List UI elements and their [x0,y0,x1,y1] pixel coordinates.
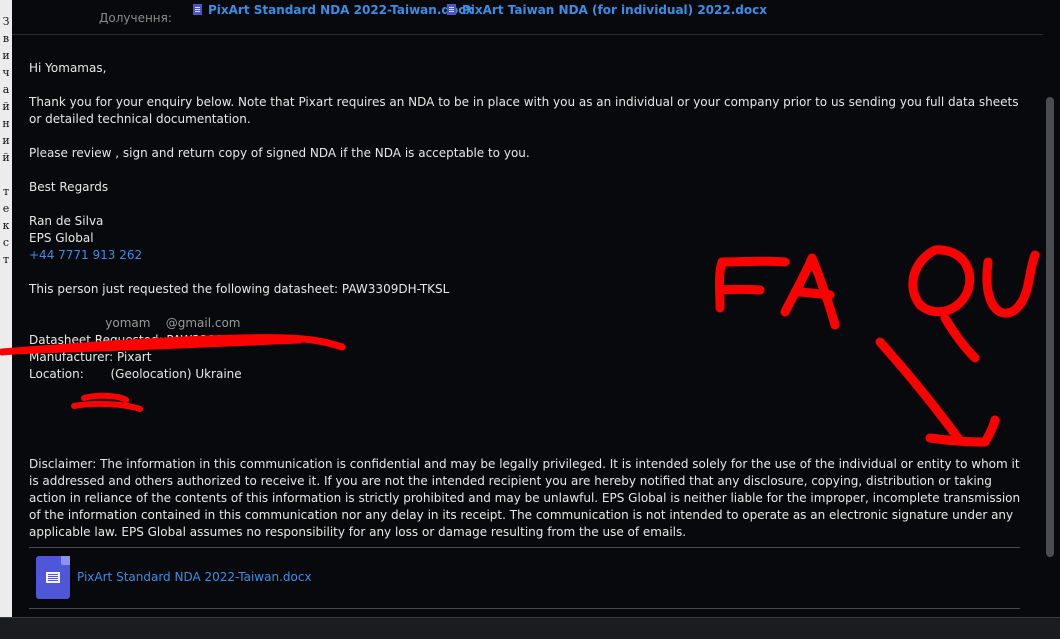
vertical-text-char: к [2,219,10,232]
redacted-email: yomam @gmail.com [29,316,241,330]
paragraph-nda-requirement: Thank you for your enquiry below. Note t… [29,95,1019,126]
header-attachment-name: PixArt Taiwan NDA (for individual) 2022.… [462,3,767,17]
greeting: Hi Yomamas, [29,61,107,75]
vertical-text-char: в [2,32,10,45]
docx-icon [447,4,456,15]
datasheet-line: Datasheet Requested: PAW3309DH-TKSL [29,333,274,347]
location-line: Location: (Geolocation) Ukraine [29,367,242,381]
vertical-text-char: и [2,134,10,147]
message-body: Hi Yomamas, Thank you for your enquiry b… [29,60,1029,383]
redaction-stroke [71,392,143,412]
scrollbar-thumb[interactable] [1046,97,1054,557]
vertical-text: Звичайнийтекст [0,13,12,268]
bottom-bar [0,617,1060,639]
header-attachment-individual-nda[interactable]: PixArt Taiwan NDA (for individual) 2022.… [447,3,767,17]
header-attachment-standard-nda[interactable]: PixArt Standard NDA 2022-Taiwan.docx [193,3,473,17]
vertical-text-char: й [2,151,10,164]
manufacturer-line: Manufacturer: Pixart [29,350,152,364]
vertical-text-char: т [2,253,10,266]
docx-icon [193,4,202,15]
vertical-text-char [0,166,12,183]
vertical-text-char: т [2,185,10,198]
signature-phone-link[interactable]: +44 7771 913 262 [29,247,1029,264]
vertical-text-char: и [2,49,10,62]
request-intro: This person just requested the following… [29,282,450,296]
footer-attachment-name: PixArt Standard NDA 2022-Taiwan.docx [77,570,312,584]
attachments-label: Долучення: [99,11,172,25]
vertical-text-char: а [2,83,10,96]
disclaimer: Disclaimer: The information in this comm… [29,457,1021,539]
docx-icon [36,556,70,599]
vertical-text-char: ч [2,66,10,79]
vertical-text-char: З [2,15,10,28]
request-details: yomam @gmail.com Datasheet Requested: PA… [29,315,1029,383]
paragraph-review-request: Please review , sign and return copy of … [29,146,530,160]
signature-company: EPS Global [29,231,94,245]
header-attachment-name: PixArt Standard NDA 2022-Taiwan.docx [208,3,474,17]
attachments-header: Долучення: PixArt Standard NDA 2022-Taiw… [12,0,1060,35]
vertical-text-char: й [2,100,10,113]
divider [29,547,1020,548]
vertical-text-char: н [2,117,10,130]
vertical-text-char: е [2,202,10,215]
signature-block: Ran de Silva EPS Global +44 7771 913 262 [29,213,1029,264]
closing: Best Regards [29,180,109,194]
vertical-text-char: с [2,236,10,249]
signature-name: Ran de Silva [29,214,104,228]
divider [29,608,1020,609]
